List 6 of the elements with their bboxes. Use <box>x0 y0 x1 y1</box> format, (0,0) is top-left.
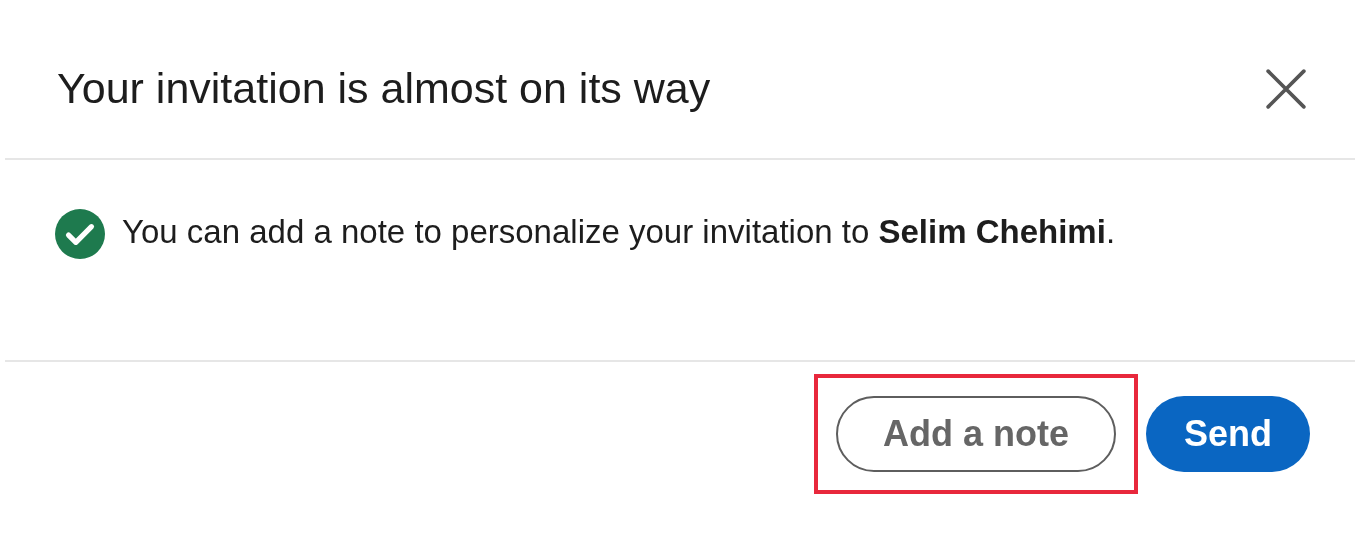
add-note-button[interactable]: Add a note <box>836 396 1116 472</box>
close-icon[interactable] <box>1265 68 1307 110</box>
send-button[interactable]: Send <box>1146 396 1310 472</box>
check-icon <box>55 209 105 259</box>
dialog-title: Your invitation is almost on its way <box>57 63 711 114</box>
message-text: You can add a note to personalize your invitation to Selim Chehimi. <box>122 212 1117 252</box>
